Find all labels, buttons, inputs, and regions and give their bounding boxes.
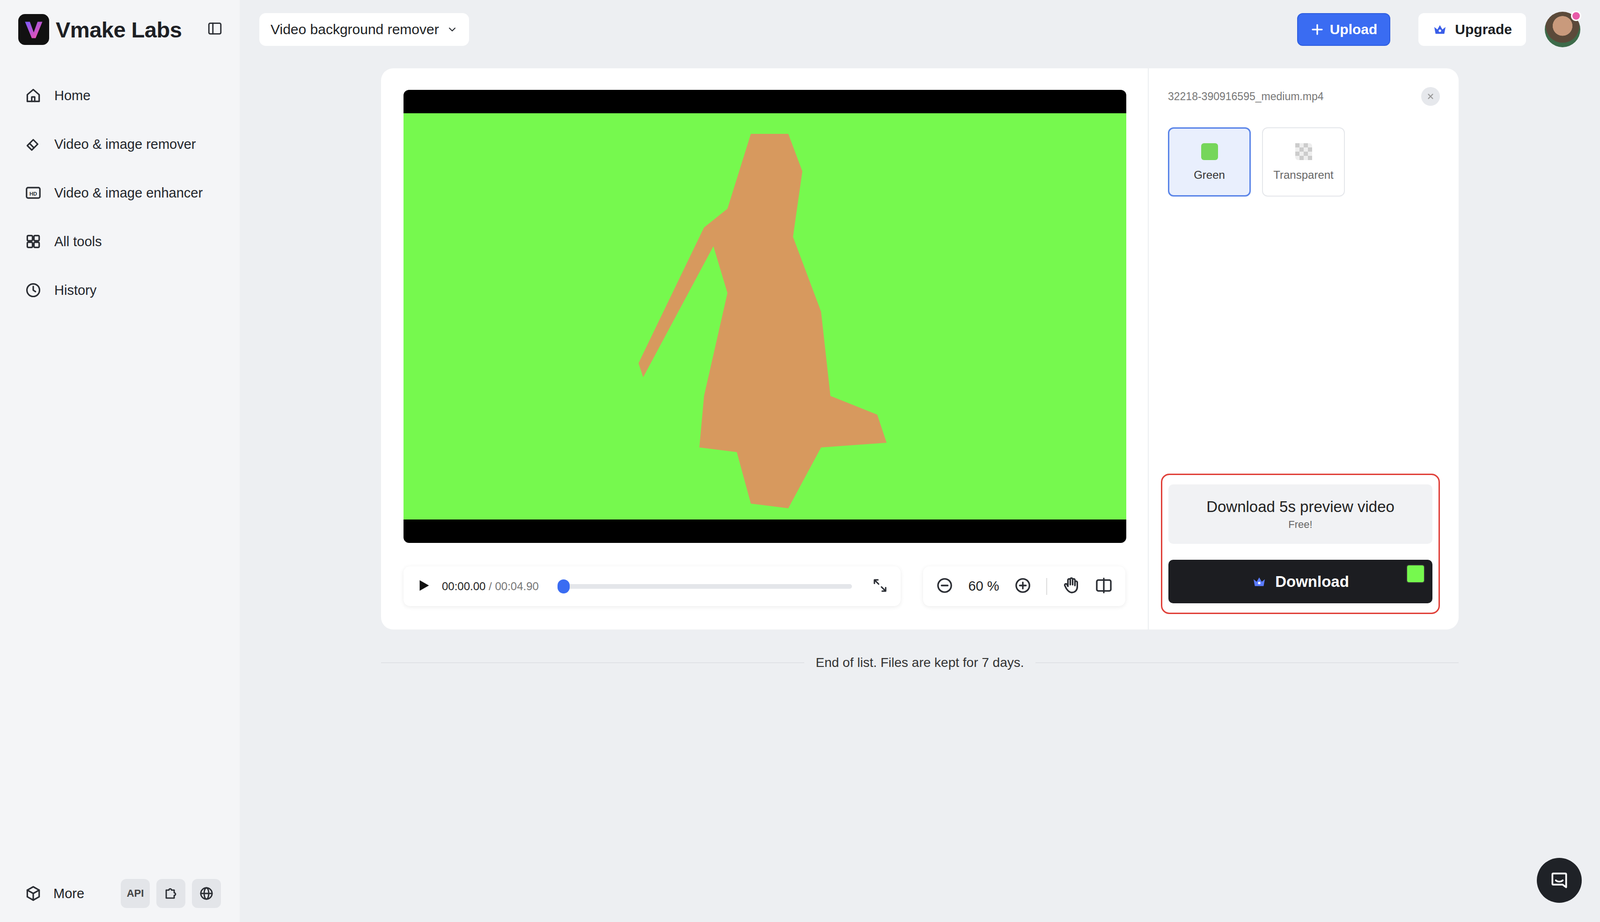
- download-label: Download: [1275, 572, 1350, 591]
- sidebar-item-label: All tools: [54, 234, 103, 250]
- plus-icon: [1310, 22, 1325, 37]
- sidebar-toggle-icon: [206, 20, 223, 37]
- video-frame: [633, 115, 896, 518]
- duration: / 00:04.90: [488, 579, 539, 593]
- upgrade-button[interactable]: Upgrade: [1418, 13, 1527, 46]
- background-option[interactable]: Transparent: [1262, 127, 1345, 197]
- sidebar-item-label: Video & image enhancer: [54, 185, 203, 201]
- chat-icon: [1548, 870, 1570, 891]
- logo[interactable]: Vmake Labs: [0, 14, 240, 45]
- preview-pane: 00:00.00 / 00:04.90 60 %: [381, 68, 1149, 630]
- expand-icon: [871, 577, 889, 595]
- minus-circle-icon: [935, 576, 955, 595]
- sidebar-item[interactable]: History: [0, 267, 240, 313]
- upload-button[interactable]: Upload: [1297, 13, 1391, 46]
- notification-badge: [1570, 10, 1582, 22]
- zoom-level: 60 %: [968, 578, 999, 595]
- compare-icon: [1094, 576, 1114, 595]
- green-swatch-icon: [1200, 142, 1219, 162]
- current-time: 00:00.00: [441, 579, 486, 593]
- api-button[interactable]: API: [120, 879, 150, 909]
- puzzle-icon: [162, 885, 179, 902]
- sidebar-item[interactable]: HD Video & image enhancer: [0, 170, 240, 216]
- sidebar-item-label: History: [54, 282, 97, 299]
- player-controls: 00:00.00 / 00:04.90 60 %: [403, 566, 1126, 607]
- plus-circle-icon: [1013, 576, 1033, 595]
- logo-icon: [18, 14, 50, 45]
- play-button[interactable]: [415, 577, 432, 596]
- result-card: 00:00.00 / 00:04.90 60 % 32218-390916595_m…: [381, 68, 1459, 630]
- background-option-label: Transparent: [1273, 168, 1334, 182]
- options-pane: 32218-390916595_medium.mp4 Green Transpare…: [1148, 68, 1459, 630]
- download-panel: Download 5s preview video Free! Download: [1160, 473, 1440, 615]
- preview-download-note: Free!: [1288, 518, 1313, 531]
- svg-text:HD: HD: [29, 190, 37, 197]
- sidebar-item-label: Video & image remover: [54, 136, 197, 153]
- checker-icon: [1294, 142, 1314, 162]
- globe-icon: [198, 885, 215, 902]
- sidebar-nav: Home Video & image remover HD Video & image…: [0, 73, 240, 313]
- tool-dropdown[interactable]: Video background remover: [259, 13, 470, 46]
- grid-icon: [24, 232, 43, 251]
- seek-track[interactable]: [558, 584, 852, 589]
- box-icon: [24, 884, 43, 903]
- chat-button[interactable]: [1536, 858, 1582, 903]
- preview-download-button[interactable]: Download 5s preview video Free!: [1168, 484, 1433, 544]
- file-header: 32218-390916595_medium.mp4: [1160, 87, 1440, 106]
- video-preview: [403, 89, 1127, 544]
- green-background: [403, 113, 1127, 520]
- background-option-label: Green: [1193, 168, 1226, 182]
- more-button[interactable]: More: [24, 884, 115, 903]
- sidebar-item[interactable]: Video & image remover: [0, 121, 240, 167]
- sidebar: Vmake Labs Home Video & image remover HD Vid…: [0, 0, 240, 922]
- sidebar-item[interactable]: Home: [0, 73, 240, 118]
- eraser-icon: [24, 135, 43, 154]
- fullscreen-button[interactable]: [871, 577, 889, 596]
- app-name: Vmake Labs: [55, 16, 201, 43]
- play-bar: 00:00.00 / 00:04.90: [403, 566, 901, 607]
- sidebar-item-label: Home: [54, 88, 91, 104]
- background-color-swatch: [1406, 564, 1425, 584]
- close-button[interactable]: [1421, 87, 1440, 106]
- sidebar-item[interactable]: All tools: [0, 219, 240, 265]
- crown-icon: [1432, 22, 1448, 37]
- end-of-list: End of list. Files are kept for 7 days.: [381, 655, 1459, 671]
- preview-download-label: Download 5s preview video: [1206, 498, 1395, 516]
- hand-icon: [1061, 576, 1081, 595]
- time-display: 00:00.00 / 00:04.90: [441, 579, 539, 594]
- home-icon: [24, 86, 43, 105]
- more-label: More: [53, 886, 85, 902]
- file-name: 32218-390916595_medium.mp4: [1167, 90, 1324, 103]
- close-icon: [1426, 92, 1435, 101]
- hd-icon: HD: [24, 183, 43, 202]
- zoom-bar: 60 %: [923, 566, 1126, 607]
- clock-icon: [24, 281, 43, 300]
- play-icon: [415, 577, 432, 594]
- background-options: Green Transparent: [1160, 127, 1440, 197]
- chevron-down-icon: [446, 23, 458, 36]
- seek-thumb[interactable]: [557, 579, 570, 594]
- tool-select-label: Video background remover: [270, 21, 440, 38]
- crown-icon: [1251, 574, 1267, 590]
- language-button[interactable]: [191, 879, 221, 909]
- sidebar-toggle[interactable]: [206, 20, 223, 39]
- sidebar-footer: More API: [0, 879, 240, 909]
- zoom-out-button[interactable]: [935, 576, 955, 597]
- end-of-list-text: End of list. Files are kept for 7 days.: [815, 655, 1024, 671]
- user-avatar[interactable]: [1544, 11, 1581, 48]
- background-option[interactable]: Green: [1167, 127, 1251, 197]
- download-button[interactable]: Download: [1168, 559, 1433, 604]
- extension-button[interactable]: [156, 879, 186, 909]
- pan-button[interactable]: [1061, 576, 1081, 597]
- compare-button[interactable]: [1094, 576, 1114, 597]
- upload-label: Upload: [1329, 21, 1378, 38]
- main-area: Video background remover Upload Upgrade 00:…: [239, 0, 1600, 922]
- top-bar: Video background remover Upload Upgrade: [239, 0, 1600, 69]
- zoom-in-button[interactable]: [1013, 576, 1033, 597]
- upgrade-label: Upgrade: [1454, 21, 1512, 38]
